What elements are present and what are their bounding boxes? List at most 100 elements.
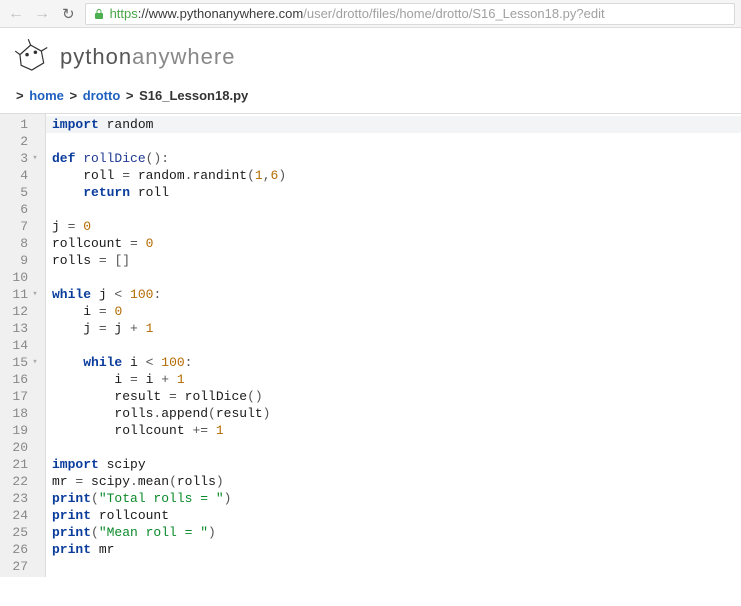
line-number[interactable]: 23 (10, 490, 28, 507)
code-line[interactable] (52, 201, 741, 218)
line-number[interactable]: 4 (10, 167, 28, 184)
token-id: j (91, 287, 114, 302)
gutter-row: 25 (10, 524, 39, 541)
code-line[interactable] (52, 558, 741, 575)
breadcrumb-link-user[interactable]: drotto (83, 88, 121, 103)
line-number[interactable]: 20 (10, 439, 28, 456)
code-line[interactable]: print("Total rolls = ") (52, 490, 741, 507)
code-line[interactable]: while i < 100: (52, 354, 741, 371)
code-line[interactable]: j = 0 (52, 218, 741, 235)
token-op: = (99, 321, 107, 336)
code-line[interactable]: rollcount = 0 (52, 235, 741, 252)
line-number[interactable]: 10 (10, 269, 28, 286)
line-number[interactable]: 6 (10, 201, 28, 218)
code-line[interactable]: print mr (52, 541, 741, 558)
code-line[interactable]: import random (52, 116, 741, 133)
line-number[interactable]: 12 (10, 303, 28, 320)
gutter-row: 26 (10, 541, 39, 558)
token-id (138, 236, 146, 251)
gutter-row: 20 (10, 439, 39, 456)
line-number[interactable]: 7 (10, 218, 28, 235)
token-fn: rollDice (83, 151, 145, 166)
line-number[interactable]: 15 (10, 354, 28, 371)
line-number[interactable]: 19 (10, 422, 28, 439)
address-bar[interactable]: https://www.pythonanywhere.com/user/drot… (85, 3, 735, 25)
token-num: 0 (114, 304, 122, 319)
line-number[interactable]: 21 (10, 456, 28, 473)
code-line[interactable]: rollcount += 1 (52, 422, 741, 439)
fold-toggle-icon[interactable]: ▾ (31, 354, 39, 371)
code-line[interactable] (52, 269, 741, 286)
line-number[interactable]: 3 (10, 150, 28, 167)
token-num: 1 (146, 321, 154, 336)
fold-toggle-icon[interactable]: ▾ (31, 150, 39, 167)
code-line[interactable]: i = 0 (52, 303, 741, 320)
token-kw: print (52, 508, 91, 523)
line-number[interactable]: 27 (10, 558, 28, 575)
code-line[interactable]: rolls.append(result) (52, 405, 741, 422)
line-number[interactable]: 1 (10, 116, 28, 133)
token-op: ) (224, 491, 232, 506)
line-number[interactable]: 18 (10, 405, 28, 422)
line-number[interactable]: 14 (10, 337, 28, 354)
code-editor[interactable]: 123▾4567891011▾12131415▾1617181920212223… (0, 113, 741, 577)
token-op: ( (247, 168, 255, 183)
line-number[interactable]: 9 (10, 252, 28, 269)
line-number[interactable]: 17 (10, 388, 28, 405)
code-line[interactable]: mr = scipy.mean(rolls) (52, 473, 741, 490)
token-op: ( (91, 525, 99, 540)
line-number[interactable]: 22 (10, 473, 28, 490)
line-number[interactable]: 13 (10, 320, 28, 337)
code-line[interactable] (52, 439, 741, 456)
token-op: : (153, 287, 161, 302)
code-line[interactable]: rolls = [] (52, 252, 741, 269)
code-line[interactable]: j = j + 1 (52, 320, 741, 337)
line-number[interactable]: 25 (10, 524, 28, 541)
line-number[interactable]: 11 (10, 286, 28, 303)
token-id: j (107, 321, 130, 336)
line-number[interactable]: 24 (10, 507, 28, 524)
code-line[interactable]: return roll (52, 184, 741, 201)
token-str: "Total rolls = " (99, 491, 224, 506)
back-button[interactable]: ← (6, 5, 26, 23)
url-scheme: https (110, 6, 138, 21)
code-line[interactable] (52, 133, 741, 150)
token-id: i (138, 372, 161, 387)
token-id: roll (52, 168, 122, 183)
line-number[interactable]: 16 (10, 371, 28, 388)
token-kw: import (52, 457, 99, 472)
token-kw: print (52, 525, 91, 540)
code-line[interactable]: print rollcount (52, 507, 741, 524)
token-op: = (130, 372, 138, 387)
breadcrumb: > home > drotto > S16_Lesson18.py (0, 82, 741, 113)
token-op: = (130, 236, 138, 251)
code-line[interactable]: import scipy (52, 456, 741, 473)
token-id: result (52, 389, 169, 404)
breadcrumb-link-home[interactable]: home (29, 88, 64, 103)
gutter-row: 16 (10, 371, 39, 388)
line-number[interactable]: 8 (10, 235, 28, 252)
token-num: 1 (255, 168, 263, 183)
editor-code-area[interactable]: import random def rollDice(): roll = rand… (46, 114, 741, 577)
gutter-row: 3▾ (10, 150, 39, 167)
reload-button[interactable]: ↻ (58, 5, 79, 23)
code-line[interactable]: def rollDice(): (52, 150, 741, 167)
gutter-row: 7 (10, 218, 39, 235)
forward-button[interactable]: → (32, 5, 52, 23)
code-line[interactable]: roll = random.randint(1,6) (52, 167, 741, 184)
line-number[interactable]: 26 (10, 541, 28, 558)
fold-toggle-icon[interactable]: ▾ (31, 286, 39, 303)
code-line[interactable]: i = i + 1 (52, 371, 741, 388)
token-op: = (122, 168, 130, 183)
line-number[interactable]: 2 (10, 133, 28, 150)
code-line[interactable]: while j < 100: (52, 286, 741, 303)
token-op: [] (114, 253, 130, 268)
code-line[interactable] (52, 337, 741, 354)
code-line[interactable]: result = rollDice() (52, 388, 741, 405)
logo[interactable]: pythonanywhere (14, 38, 727, 76)
token-op: = (99, 253, 107, 268)
code-line[interactable]: print("Mean roll = ") (52, 524, 741, 541)
line-number[interactable]: 5 (10, 184, 28, 201)
token-op: ) (278, 168, 286, 183)
token-kw: while (52, 287, 91, 302)
